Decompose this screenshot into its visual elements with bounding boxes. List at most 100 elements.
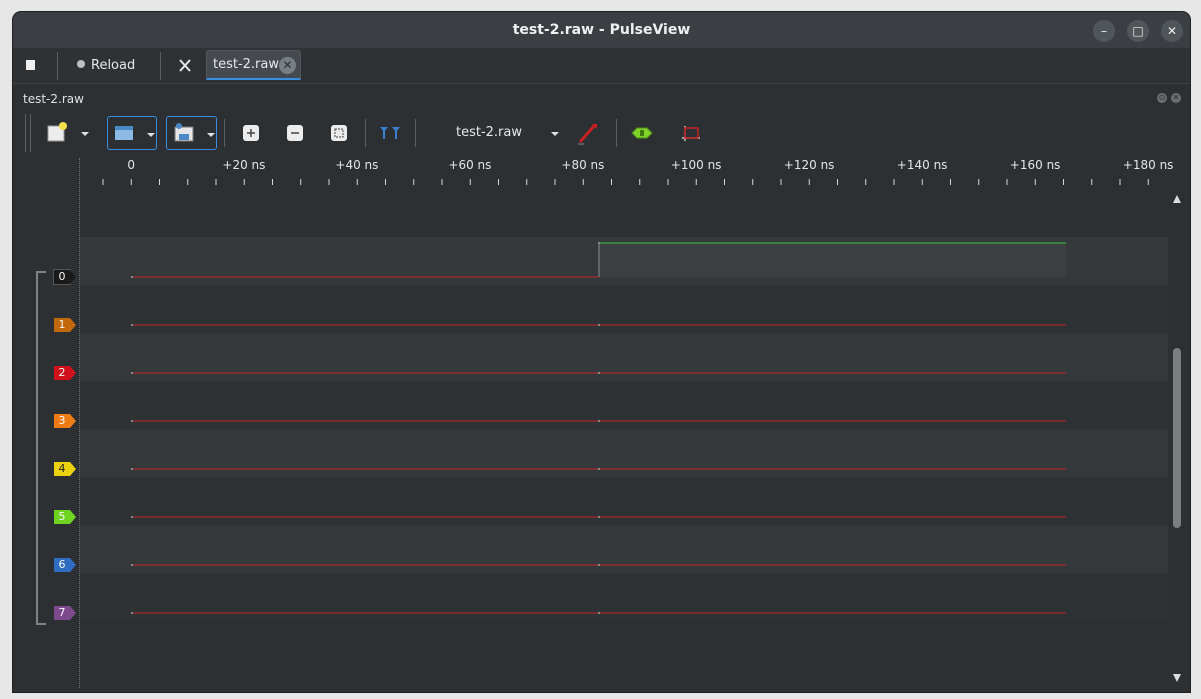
ruler-label: +40 ns [335,158,379,172]
minimize-button[interactable]: – [1093,20,1115,42]
main-window: test-2.raw - PulseView – □ ✕ Reload test… [13,12,1190,692]
sample-dot [131,564,133,566]
main-toolbar: test-2.raw [13,112,1190,152]
close-tab-button[interactable]: ✕ [279,57,296,74]
new-session-icon [47,122,67,142]
add-math-button[interactable] [680,116,704,150]
reload-label: Reload [91,58,136,73]
zoom-out-icon [287,125,303,141]
ruler-label: +180 ns [1122,158,1174,172]
close-icon: ✕ [282,58,293,72]
channel-label-2[interactable]: 2 [54,366,76,380]
channel-label-1[interactable]: 1 [54,318,76,332]
close-icon: ✕ [1172,93,1180,102]
scroll-thumb[interactable] [1173,348,1181,528]
dock-close-button[interactable]: ✕ [1171,93,1181,103]
channel-0-high-fill [599,243,1066,277]
stop-icon [26,60,35,70]
zoom-fit-button[interactable] [329,116,349,150]
ruler-label: +160 ns [1009,158,1061,172]
sample-dot [131,372,133,374]
sample-dot [598,242,600,244]
ruler-label: +60 ns [448,158,492,172]
document-tab-label: test-2.raw [213,57,280,72]
math-icon [682,126,700,141]
time-ruler[interactable]: 0 +20 ns +40 ns +60 ns +80 ns +100 ns +120 ns +… [13,158,1173,188]
document-tab[interactable]: test-2.raw ✕ [206,50,301,80]
stop-button[interactable] [23,48,45,83]
ruler-label: +80 ns [561,158,605,172]
sample-dot [598,612,600,614]
show-cursors-button[interactable] [379,116,403,150]
decoder-icon [631,127,653,139]
save-dropdown[interactable] [207,133,215,137]
toolbar-separator [616,119,617,147]
title-bar: test-2.raw - PulseView – □ ✕ [13,12,1190,48]
toolbar-separator [365,119,366,147]
sample-dot [598,372,600,374]
sample-dot [131,420,133,422]
open-button[interactable] [107,116,157,150]
cursor-icon [380,127,400,139]
channel-label-0[interactable]: 0 [54,270,76,284]
sample-dot [598,468,600,470]
zoom-fit-icon [331,125,347,141]
ruler-label: +20 ns [222,158,266,172]
channel-label-4[interactable]: 4 [54,462,76,476]
new-session-dropdown[interactable] [81,132,89,136]
session-selector-dropdown[interactable] [551,132,559,136]
new-session-button[interactable] [46,116,70,150]
sample-dot [598,420,600,422]
channel-label-3[interactable]: 3 [54,414,76,428]
main-tab-bar: Reload test-2.raw ✕ [13,48,1190,84]
probe-icon [578,124,597,145]
reload-button[interactable]: Reload [77,48,167,83]
open-icon [115,126,133,140]
session-selector-label: test-2.raw [456,125,523,140]
save-button[interactable] [166,116,217,150]
ruler-label: +100 ns [670,158,722,172]
maximize-button[interactable]: □ [1127,20,1149,42]
sample-dot [131,468,133,470]
ruler-label: 0 [127,158,136,172]
dock-title: test-2.raw [23,92,84,106]
save-icon [174,123,194,142]
dock-float-button[interactable]: ⊙ [1157,93,1167,103]
configure-probe-button[interactable] [576,116,600,150]
sample-dot [131,612,133,614]
tabbar-separator [160,52,161,80]
window-title: test-2.raw - PulseView [512,22,691,38]
add-decoder-button[interactable] [629,116,655,150]
float-icon: ⊙ [1158,93,1166,102]
maximize-icon: □ [1132,24,1144,38]
channel-label-5[interactable]: 5 [54,510,76,524]
toolbar-separator [415,119,416,147]
close-icon: ✕ [1166,24,1178,38]
trace-canvas [131,242,1066,614]
trace-view[interactable] [80,189,1168,684]
sample-dot [131,324,133,326]
sample-dot [131,516,133,518]
minimize-icon: – [1101,24,1107,38]
open-dropdown[interactable] [147,133,155,137]
ruler-label: +140 ns [896,158,948,172]
zoom-in-icon [243,125,259,141]
channel-label-7[interactable]: 7 [54,606,76,620]
settings-button[interactable] [177,48,197,83]
close-window-button[interactable]: ✕ [1161,20,1183,42]
sample-dot [131,276,133,278]
channel-label-6[interactable]: 6 [54,558,76,572]
ruler-label: +120 ns [783,158,835,172]
toolbar-grip[interactable] [25,114,31,152]
toolbar-separator [224,119,225,147]
channel-group-bracket [36,271,46,625]
zoom-out-button[interactable] [285,116,305,150]
sample-dot [598,516,600,518]
session-selector[interactable]: test-2.raw [428,116,563,150]
vertical-scrollbar[interactable] [1172,190,1182,686]
wrench-icon [179,59,191,72]
tabbar-separator [57,52,58,80]
sample-dot [598,564,600,566]
zoom-in-button[interactable] [241,116,261,150]
record-icon [77,60,85,68]
